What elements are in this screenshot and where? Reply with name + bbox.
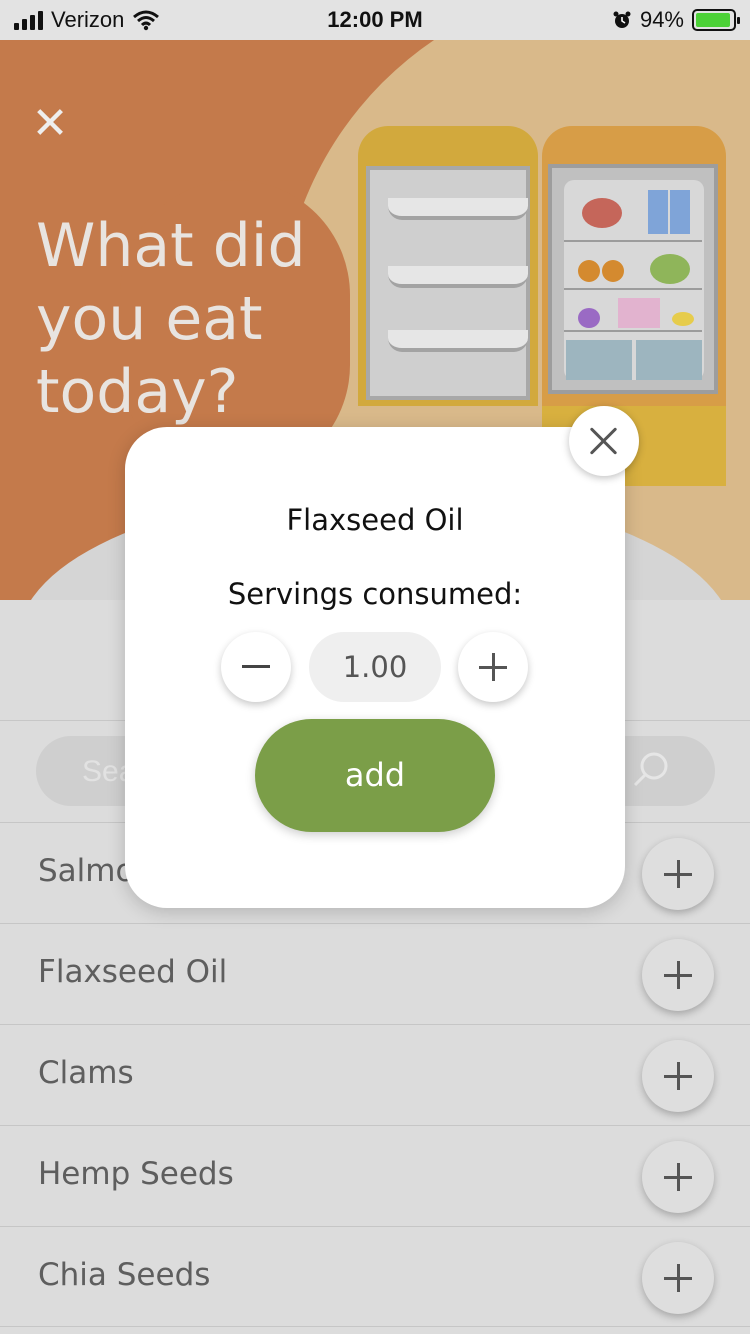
food-name: Hemp Seeds xyxy=(38,1156,234,1192)
add-food-button[interactable] xyxy=(642,939,714,1011)
servings-modal: Flaxseed Oil Servings consumed: 1.00 add xyxy=(125,427,625,908)
add-button[interactable]: add xyxy=(255,719,495,832)
add-food-button[interactable] xyxy=(642,1242,714,1314)
plus-icon xyxy=(664,961,692,989)
battery-icon xyxy=(692,9,740,31)
plus-icon xyxy=(664,1062,692,1090)
list-item[interactable]: Chia Seeds xyxy=(0,1226,750,1327)
modal-title: Flaxseed Oil xyxy=(286,503,464,537)
food-name: Chia Seeds xyxy=(38,1257,211,1293)
plus-icon xyxy=(664,1163,692,1191)
food-name: Flaxseed Oil xyxy=(38,954,228,990)
increase-servings-button[interactable] xyxy=(458,632,528,702)
status-bar: Verizon 12:00 PM 94% xyxy=(0,0,750,40)
minus-icon xyxy=(242,665,270,668)
plus-icon xyxy=(479,653,507,681)
list-item[interactable]: Clams xyxy=(0,1024,750,1125)
plus-icon xyxy=(664,860,692,888)
page-title: What did you eat today? xyxy=(36,211,306,427)
status-right: 94% xyxy=(612,7,740,33)
list-item[interactable]: Flaxseed Oil xyxy=(0,923,750,1024)
close-icon[interactable]: ✕ xyxy=(30,102,70,146)
alarm-icon xyxy=(613,11,631,28)
close-icon xyxy=(589,426,619,456)
servings-value[interactable]: 1.00 xyxy=(309,632,441,702)
list-item[interactable]: Hemp Seeds xyxy=(0,1125,750,1226)
add-food-button[interactable] xyxy=(642,1141,714,1213)
plus-icon xyxy=(664,1264,692,1292)
servings-label: Servings consumed: xyxy=(227,577,523,611)
search-icon xyxy=(633,752,668,787)
add-food-button[interactable] xyxy=(642,838,714,910)
modal-close-button[interactable] xyxy=(569,406,639,476)
battery-percent: 94% xyxy=(639,7,684,32)
food-name: Clams xyxy=(38,1055,134,1091)
add-food-button[interactable] xyxy=(642,1040,714,1112)
decrease-servings-button[interactable] xyxy=(221,632,291,702)
